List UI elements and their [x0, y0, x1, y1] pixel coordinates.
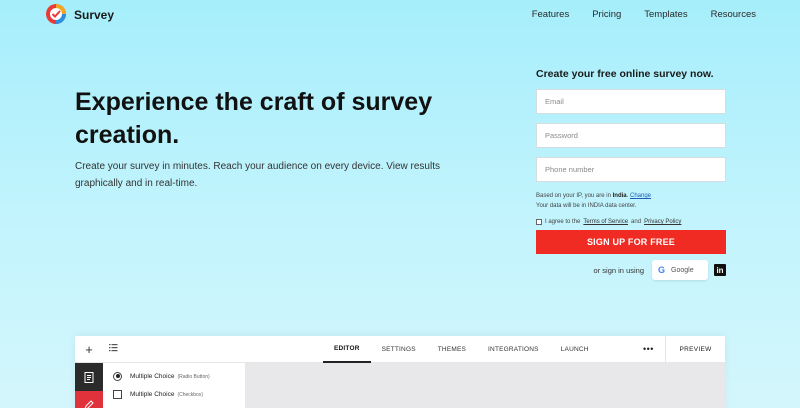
editor-toolbar: + EDITOR SETTINGS THEMES INTEGRATIONS LA…: [75, 336, 725, 363]
terms-checkbox[interactable]: [536, 219, 542, 225]
nav-resources[interactable]: Resources: [711, 9, 756, 20]
social-signin-row: or sign in using G Google in: [536, 260, 726, 280]
tab-integrations[interactable]: INTEGRATIONS: [477, 336, 550, 363]
main-nav: Features Pricing Templates Resources: [532, 9, 756, 20]
email-field[interactable]: [536, 89, 726, 114]
tab-editor[interactable]: EDITOR: [323, 336, 371, 363]
nav-pricing[interactable]: Pricing: [592, 9, 621, 20]
editor-tabs: EDITOR SETTINGS THEMES INTEGRATIONS LAUN…: [323, 336, 600, 363]
survey-logo-icon[interactable]: [45, 3, 67, 25]
google-label: Google: [671, 266, 694, 274]
linkedin-icon[interactable]: in: [714, 264, 726, 276]
radio-button-icon: [113, 371, 122, 381]
signup-form: Create your free online survey now. Base…: [536, 68, 726, 280]
question-type-label: Multiple Choice (Checkbox): [130, 390, 204, 398]
tab-launch[interactable]: LAUNCH: [550, 336, 600, 363]
google-signin-button[interactable]: G Google: [652, 260, 708, 280]
terms-and: and: [631, 219, 642, 225]
datacenter-note: Your data will be in INDIA data center.: [536, 203, 637, 209]
nav-templates[interactable]: Templates: [644, 9, 687, 20]
terms-of-service-link[interactable]: Terms of Service: [583, 219, 628, 225]
site-header: Survey Features Pricing Templates Resour…: [0, 0, 800, 30]
change-country-link[interactable]: Change: [630, 193, 651, 199]
ip-location-note: Based on your IP, you are in India. Chan…: [536, 193, 652, 209]
phone-field[interactable]: [536, 157, 726, 182]
editor-preview: + EDITOR SETTINGS THEMES INTEGRATIONS LA…: [75, 336, 725, 408]
list-icon[interactable]: [109, 343, 118, 352]
country-name: India: [612, 193, 627, 199]
checkbox-icon: [113, 389, 122, 399]
alt-signin-text: or sign in using: [593, 265, 644, 275]
question-type-label: Multiple Choice (Radio Button): [130, 372, 210, 380]
hero-title: Experience the craft of survey creation.: [75, 88, 433, 149]
terms-row: I agree to the Terms of Service and Priv…: [536, 219, 726, 225]
list-item[interactable]: Multiple Choice (Checkbox): [113, 385, 210, 403]
hero-subtitle: Create your survey in minutes. Reach you…: [75, 161, 440, 189]
nav-features[interactable]: Features: [532, 9, 570, 20]
terms-prefix: I agree to the: [545, 219, 581, 225]
tab-themes[interactable]: THEMES: [427, 336, 477, 363]
preview-button[interactable]: PREVIEW: [666, 336, 725, 363]
google-icon: G: [658, 265, 666, 275]
question-type-list: Multiple Choice (Radio Button) Multiple C…: [113, 367, 210, 403]
ip-prefix: Based on your IP, you are in: [536, 193, 611, 199]
add-icon[interactable]: +: [75, 336, 103, 363]
signup-button[interactable]: SIGN UP FOR FREE: [536, 230, 726, 254]
form-title: Create your free online survey now.: [536, 68, 714, 80]
more-options-icon[interactable]: •••: [643, 344, 654, 354]
tab-settings[interactable]: SETTINGS: [371, 336, 427, 363]
privacy-policy-link[interactable]: Privacy Policy: [644, 219, 681, 225]
brand-name[interactable]: Survey: [74, 8, 114, 22]
password-field[interactable]: [536, 123, 726, 148]
document-icon[interactable]: [75, 363, 103, 391]
edit-icon[interactable]: [75, 391, 103, 408]
editor-sidebar: [75, 363, 103, 408]
list-item[interactable]: Multiple Choice (Radio Button): [113, 367, 210, 385]
editor-canvas: [245, 363, 725, 408]
